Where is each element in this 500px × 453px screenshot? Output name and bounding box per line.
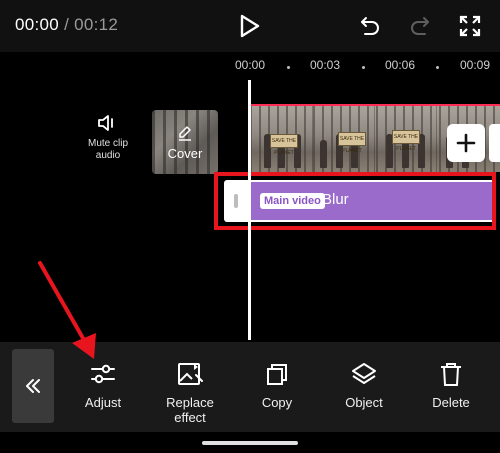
adjust-button[interactable]: Adjust (63, 360, 143, 410)
delete-button[interactable]: Delete (411, 360, 491, 410)
object-button[interactable]: Object (324, 360, 404, 410)
ruler-dot (436, 66, 439, 69)
protest-sign: SAVE THE PLANET (338, 132, 366, 154)
ruler-tick: 00:03 (310, 58, 341, 72)
replace-effect-label: Replace effect (166, 395, 214, 425)
double-chevron-left-icon (26, 379, 40, 393)
delete-label: Delete (432, 395, 470, 410)
play-button[interactable] (234, 10, 266, 42)
replace-effect-button[interactable]: Replace effect (150, 360, 230, 425)
speaker-icon (98, 115, 113, 131)
time-separator: / (59, 15, 75, 34)
add-clip-button[interactable] (447, 124, 485, 162)
object-label: Object (345, 395, 383, 410)
fullscreen-button[interactable] (455, 11, 485, 41)
copy-button[interactable]: Copy (237, 360, 317, 410)
protest-sign: SAVE THE PLANET (270, 134, 298, 156)
frame-divider (312, 106, 313, 172)
frame-divider (374, 106, 375, 172)
layers-icon (352, 363, 376, 384)
home-indicator[interactable] (202, 441, 298, 445)
time-display: 00:00 / 00:12 (15, 15, 118, 35)
copy-icon (267, 364, 287, 385)
playhead[interactable] (248, 80, 251, 340)
protest-sign: SAVE THE PLANET (392, 130, 420, 152)
protester-figure (320, 140, 327, 168)
current-time: 00:00 (15, 15, 60, 34)
effect-highlight-annotation (214, 172, 496, 230)
redo-icon (411, 17, 429, 35)
annotation-arrow (38, 261, 96, 359)
play-icon (240, 14, 260, 38)
copy-label: Copy (261, 395, 293, 410)
mute-clip-audio-button[interactable]: Mute clip audio (80, 112, 136, 162)
cover-button[interactable]: Cover (152, 110, 218, 174)
duration: 00:12 (74, 15, 119, 34)
ruler-dot (287, 66, 290, 69)
ruler-tick: 00:09 (460, 58, 491, 72)
adjust-label: Adjust (84, 395, 122, 410)
frame-divider (436, 106, 437, 172)
fullscreen-icon (459, 15, 481, 37)
ruler-tick: 00:00 (235, 58, 266, 72)
redo-button[interactable] (405, 11, 435, 41)
pencil-icon (179, 126, 191, 141)
undo-icon (361, 17, 379, 35)
ruler-dot (362, 66, 365, 69)
next-clip-edge (489, 124, 500, 162)
ruler-tick: 00:06 (385, 58, 416, 72)
plus-icon (456, 133, 476, 153)
cover-thumbnail (152, 110, 218, 174)
cover-label: Cover (167, 146, 203, 161)
undo-button[interactable] (355, 11, 385, 41)
trash-icon (441, 363, 461, 386)
mute-clip-audio-label: Mute clip audio (87, 138, 128, 161)
image-replace-icon (178, 363, 203, 385)
